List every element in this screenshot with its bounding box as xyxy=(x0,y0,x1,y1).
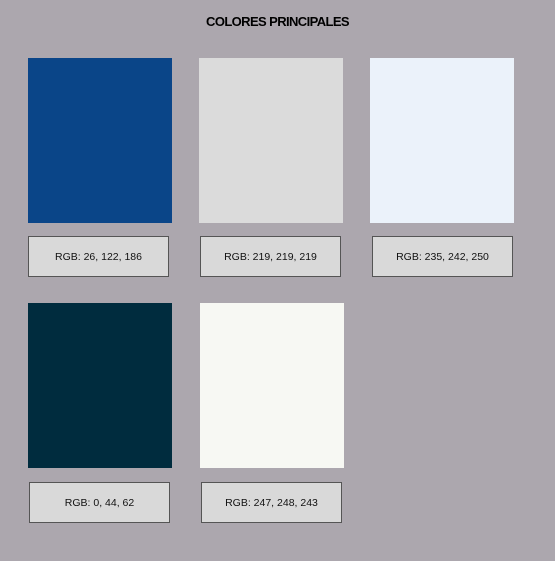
color-swatch xyxy=(370,58,514,223)
color-swatch xyxy=(28,303,172,468)
color-swatch xyxy=(28,58,172,223)
rgb-label: RGB: 247, 248, 243 xyxy=(201,482,342,523)
rgb-label: RGB: 0, 44, 62 xyxy=(29,482,170,523)
page-title: COLORES PRINCIPALES xyxy=(206,14,350,29)
rgb-label: RGB: 26, 122, 186 xyxy=(28,236,169,277)
color-swatch xyxy=(200,303,344,468)
rgb-label: RGB: 219, 219, 219 xyxy=(200,236,341,277)
rgb-label: RGB: 235, 242, 250 xyxy=(372,236,513,277)
color-swatch xyxy=(199,58,343,223)
